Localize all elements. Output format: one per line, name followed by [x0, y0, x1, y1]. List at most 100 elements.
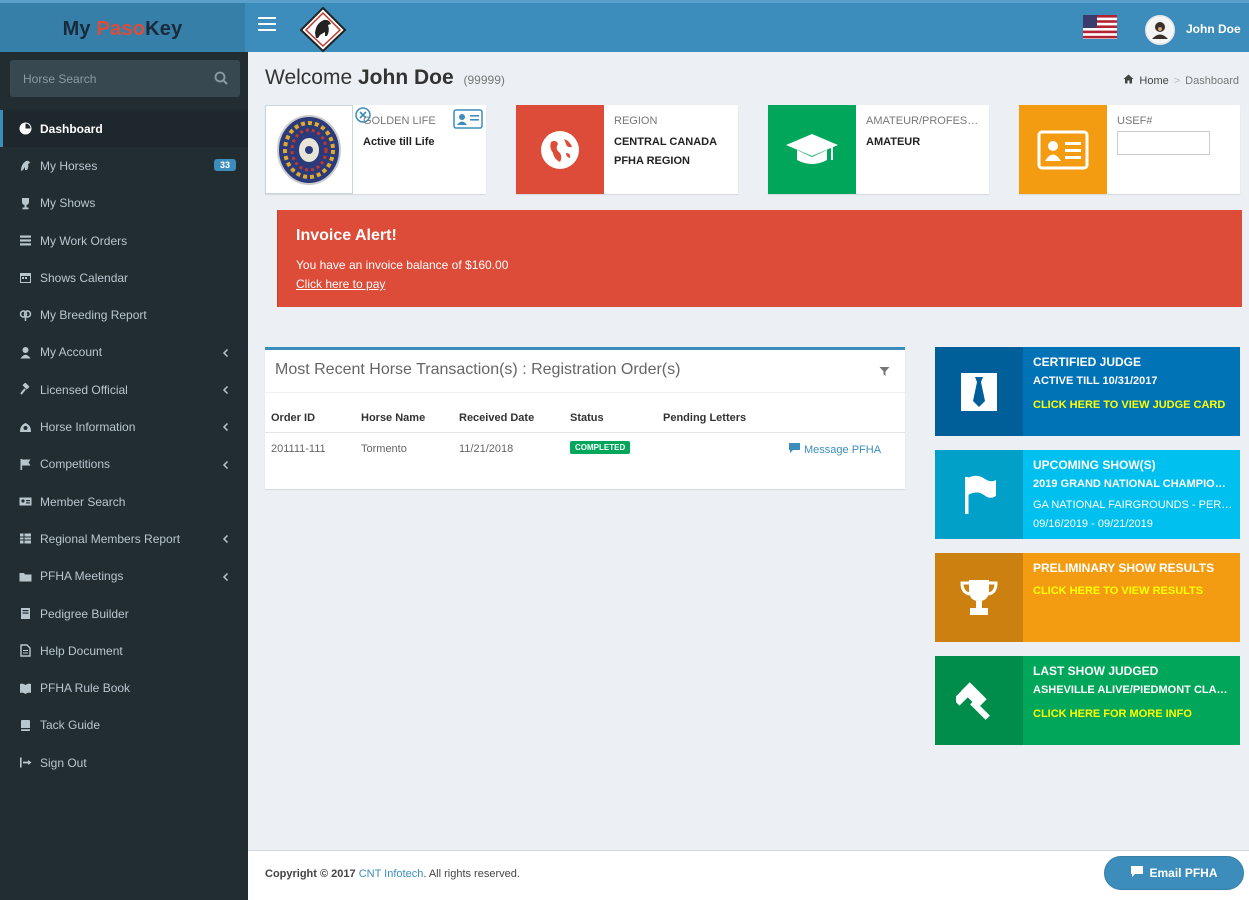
sidebar-item-horse-information[interactable]: Horse Information: [0, 408, 248, 445]
last-show-judged-box[interactable]: LAST SHOW JUDGED ASHEVILLE ALIVE/PIEDMON…: [935, 656, 1240, 745]
upcoming-shows-box[interactable]: UPCOMING SHOW(S) 2019 GRAND NATIONAL CHA…: [935, 450, 1240, 539]
graduation-cap-icon: [768, 105, 856, 194]
logo-text: My PasoKey: [63, 18, 183, 41]
user-menu-name[interactable]: John Doe: [1186, 22, 1241, 36]
view-judge-card-link[interactable]: CLICK HERE TO VIEW JUDGE CARD: [1033, 399, 1225, 411]
upcoming-show-dates: 09/16/2019 - 09/21/2019: [1033, 518, 1153, 530]
sidebar-item-licensed-official[interactable]: Licensed Official: [0, 371, 248, 408]
sidebar-item-competitions[interactable]: Competitions: [0, 446, 248, 483]
region-value-line-2: PFHA REGION: [614, 155, 690, 167]
sidebar-item-tack-guide[interactable]: Tack Guide: [0, 707, 248, 744]
sidebar-item-label: Competitions: [40, 457, 111, 472]
horse-search-input[interactable]: [10, 60, 205, 97]
logo-key: Key: [145, 17, 183, 40]
preliminary-results-title: PRELIMINARY SHOW RESULTS: [1033, 561, 1215, 575]
email-pfha-button[interactable]: Email PFHA: [1104, 856, 1244, 890]
usef-label: USEF#: [1117, 115, 1153, 127]
logo-my: My: [62, 17, 91, 40]
panel-divider: [265, 392, 905, 393]
trophy-icon: [17, 196, 33, 210]
globe-icon: [516, 105, 604, 194]
footer: Copyright © 2017 CNT Infotech. All right…: [248, 850, 1249, 900]
order-id-cell: 201111-111: [271, 443, 326, 455]
sidebar-item-label: Regional Members Report: [40, 531, 181, 546]
region-info-box: REGION CENTRAL CANADA PFHA REGION: [516, 105, 738, 194]
sidebar-item-pfha-meetings[interactable]: PFHA Meetings: [0, 558, 248, 595]
welcome-user-name: John Doe: [357, 66, 454, 89]
filter-icon[interactable]: [879, 364, 890, 382]
sidebar-item-my-shows[interactable]: My Shows: [0, 185, 248, 222]
folder-icon: [17, 569, 33, 583]
chevron-left-icon: [221, 459, 231, 469]
association-logo-icon[interactable]: [298, 5, 348, 53]
invoice-alert: Invoice Alert! You have an invoice balan…: [277, 210, 1242, 307]
sidebar-item-label: Help Document: [40, 643, 123, 658]
sidebar-item-my-work-orders[interactable]: My Work Orders: [0, 222, 248, 259]
more-info-link[interactable]: CLICK HERE FOR MORE INFO: [1033, 708, 1192, 720]
member-id: (99999): [463, 73, 505, 87]
breadcrumb-home-link[interactable]: Home: [1139, 75, 1168, 87]
sidebar-item-sign-out[interactable]: Sign Out: [0, 744, 248, 781]
user-icon: [17, 345, 33, 359]
upcoming-shows-title: UPCOMING SHOW(S): [1033, 458, 1156, 472]
sidebar-item-label: My Account: [40, 345, 103, 360]
copyright-text: Copyright © 2017 CNT Infotech. All right…: [265, 868, 520, 880]
message-pfha-link[interactable]: Message PFHA: [788, 442, 881, 457]
book-icon: [17, 607, 33, 621]
sidebar-item-shows-calendar[interactable]: Shows Calendar: [0, 259, 248, 296]
chevron-left-icon: [221, 347, 231, 357]
sidebar-item-label: Horse Information: [40, 420, 136, 435]
list-icon: [17, 234, 33, 248]
panel-title: Most Recent Horse Transaction(s) : Regis…: [275, 361, 681, 378]
sidebar-item-label: Member Search: [40, 494, 126, 509]
sidebar-toggle-icon[interactable]: [258, 17, 276, 33]
last-show-name: ASHEVILLE ALIVE/PIEDMONT CLASSIC: [1033, 684, 1233, 696]
sidebar-item-label: Licensed Official: [40, 382, 128, 397]
column-header-status: Status: [570, 412, 604, 424]
flag-icon: [17, 457, 33, 471]
flag-icon: [935, 450, 1023, 539]
sign-out-icon: [17, 756, 33, 770]
pay-invoice-link[interactable]: Click here to pay: [296, 277, 385, 291]
gavel-icon: [17, 383, 33, 397]
received-date-cell: 11/21/2018: [459, 443, 514, 455]
home-icon: [1123, 74, 1134, 87]
email-pfha-label: Email PFHA: [1149, 866, 1218, 880]
rulebook-icon: [17, 681, 33, 695]
membership-label: GOLDEN LIFE: [363, 115, 436, 127]
logo[interactable]: My PasoKey: [0, 3, 245, 55]
comment-icon: [1130, 865, 1144, 881]
horse-search-box: [10, 60, 240, 97]
view-results-link[interactable]: CLICK HERE TO VIEW RESULTS: [1033, 585, 1203, 597]
sidebar-item-label: My Shows: [40, 196, 96, 211]
judge-box-title: CERTIFIED JUDGE: [1033, 355, 1142, 369]
search-icon[interactable]: [214, 71, 228, 90]
usef-number-input[interactable]: [1117, 131, 1210, 155]
sidebar-item-my-horses[interactable]: My Horses 33: [0, 147, 248, 184]
sidebar-item-label: Pedigree Builder: [40, 606, 129, 621]
sidebar-item-dashboard[interactable]: Dashboard: [0, 110, 248, 148]
table-row-divider: [265, 432, 905, 433]
sidebar-item-help-document[interactable]: Help Document: [0, 632, 248, 669]
upcoming-show-name: 2019 GRAND NATIONAL CHAMPIONSHIP: [1033, 478, 1233, 490]
sidebar-item-my-breeding-report[interactable]: My Breeding Report: [0, 296, 248, 333]
rights-text: . All rights reserved.: [423, 868, 520, 880]
preliminary-results-box[interactable]: PRELIMINARY SHOW RESULTS CLICK HERE TO V…: [935, 553, 1240, 642]
company-link[interactable]: CNT Infotech: [359, 868, 424, 880]
sidebar-item-regional-members-report[interactable]: Regional Members Report: [0, 520, 248, 557]
sidebar-item-pedigree-builder[interactable]: Pedigree Builder: [0, 595, 248, 632]
certified-judge-box[interactable]: CERTIFIED JUDGE ACTIVE TILL 10/31/2017 C…: [935, 347, 1240, 436]
sidebar-item-pfha-rule-book[interactable]: PFHA Rule Book: [0, 669, 248, 706]
sidebar-item-member-search[interactable]: Member Search: [0, 483, 248, 520]
breadcrumb-current: Dashboard: [1185, 74, 1239, 87]
usef-info-box: USEF#: [1019, 105, 1240, 194]
user-avatar[interactable]: [1145, 15, 1175, 45]
sidebar-item-label: Sign Out: [40, 755, 87, 770]
sidebar-menu: Dashboard My Horses 33 My Shows My Work …: [0, 110, 248, 781]
dashboard-icon: [17, 122, 33, 136]
membership-seal-icon: [265, 105, 353, 194]
sidebar-item-label: PFHA Rule Book: [40, 681, 131, 696]
member-card-icon[interactable]: [453, 109, 483, 134]
sidebar-item-my-account[interactable]: My Account: [0, 334, 248, 371]
us-flag-icon[interactable]: [1083, 15, 1117, 39]
